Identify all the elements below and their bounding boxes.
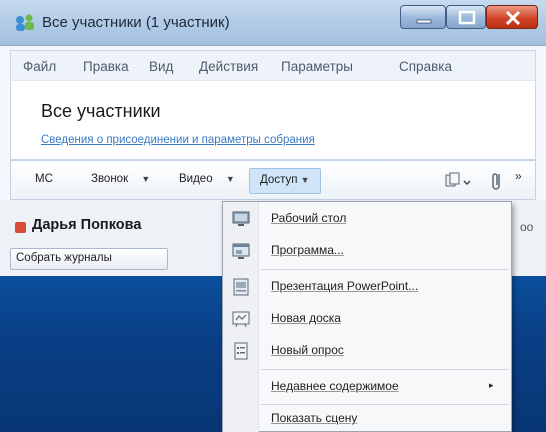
- collect-logs-button[interactable]: Собрать журналы: [10, 248, 168, 270]
- share-content-icon[interactable]: [443, 171, 473, 191]
- join-info-link[interactable]: Сведения о присоединении и параметры соб…: [41, 134, 315, 146]
- minimize-icon: [416, 19, 432, 24]
- menu-item-label: Рабочий стол: [271, 211, 347, 225]
- menu-item-desktop[interactable]: Рабочий стол: [223, 204, 513, 234]
- menu-edit[interactable]: Правка: [83, 59, 129, 74]
- conversation-header: Все участники Сведения о присоединении и…: [10, 80, 536, 160]
- toolbar-overflow-button[interactable]: »: [515, 169, 522, 183]
- menu-separator: [261, 369, 509, 370]
- video-button[interactable]: Видео ▼: [179, 173, 235, 185]
- menu-item-new-poll[interactable]: Новый опрос: [223, 336, 513, 366]
- share-button[interactable]: Доступ ▼: [249, 168, 321, 194]
- submenu-arrow-icon: ▸: [489, 380, 494, 390]
- menu-separator: [261, 269, 509, 270]
- presence-status-icon: [15, 222, 26, 233]
- title-bar[interactable]: Все участники (1 участник): [0, 0, 546, 46]
- menu-item-label: Презентация PowerPoint...: [271, 279, 419, 293]
- video-label: Видео: [179, 173, 213, 185]
- menu-item-label: Программа...: [271, 243, 344, 257]
- maximize-icon: [458, 10, 476, 25]
- program-icon: [232, 243, 250, 259]
- menu-actions[interactable]: Действия: [199, 59, 258, 74]
- maximize-button[interactable]: [446, 5, 486, 29]
- share-dropdown-menu: Рабочий стол Программа... Презентация Po…: [222, 201, 512, 432]
- menu-view[interactable]: Вид: [149, 59, 173, 74]
- menu-item-powerpoint[interactable]: Презентация PowerPoint...: [223, 272, 513, 302]
- menu-item-label: Новый опрос: [271, 343, 344, 357]
- menu-item-recent-content[interactable]: Недавнее содержимое ▸: [223, 372, 513, 402]
- menu-item-label: Недавнее содержимое: [271, 379, 399, 393]
- share-label: Доступ: [260, 174, 298, 186]
- menu-bar: Файл Правка Вид Действия Параметры Справ…: [10, 50, 536, 80]
- menu-options[interactable]: Параметры: [281, 59, 353, 74]
- close-button[interactable]: [486, 5, 538, 29]
- mc-button[interactable]: МС: [35, 173, 53, 185]
- communicator-app-icon: [16, 14, 34, 31]
- conversation-toolbar: МС Звонок ▼ Видео ▼ Доступ ▼ »: [10, 160, 536, 200]
- video-dropdown-arrow[interactable]: ▼: [226, 174, 235, 184]
- powerpoint-icon: [233, 278, 249, 296]
- menu-item-label: Показать сцену: [271, 411, 358, 425]
- call-button[interactable]: Звонок ▼: [91, 173, 150, 185]
- close-icon: [505, 10, 521, 26]
- paperclip-icon[interactable]: [490, 170, 504, 192]
- menu-file[interactable]: Файл: [23, 59, 56, 74]
- participant-name[interactable]: Дарья Попкова: [32, 217, 141, 233]
- menu-help[interactable]: Справка: [399, 59, 452, 74]
- menu-item-new-whiteboard[interactable]: Новая доска: [223, 304, 513, 334]
- poll-icon: [234, 342, 248, 360]
- menu-item-show-stage[interactable]: Показать сцену: [223, 404, 513, 432]
- minimize-button[interactable]: [400, 5, 446, 29]
- whiteboard-icon: [232, 311, 250, 328]
- call-dropdown-arrow[interactable]: ▼: [141, 174, 150, 184]
- window-title: Все участники (1 участник): [42, 14, 230, 31]
- app-window: Все участники (1 участник) Файл Правка В…: [0, 0, 546, 432]
- share-dropdown-arrow: ▼: [300, 175, 310, 185]
- participant-extra-text: оо: [520, 220, 534, 234]
- menu-item-program[interactable]: Программа...: [223, 236, 513, 266]
- page-title: Все участники: [41, 101, 161, 121]
- menu-item-label: Новая доска: [271, 311, 341, 325]
- desktop-icon: [232, 211, 250, 226]
- call-label: Звонок: [91, 173, 129, 185]
